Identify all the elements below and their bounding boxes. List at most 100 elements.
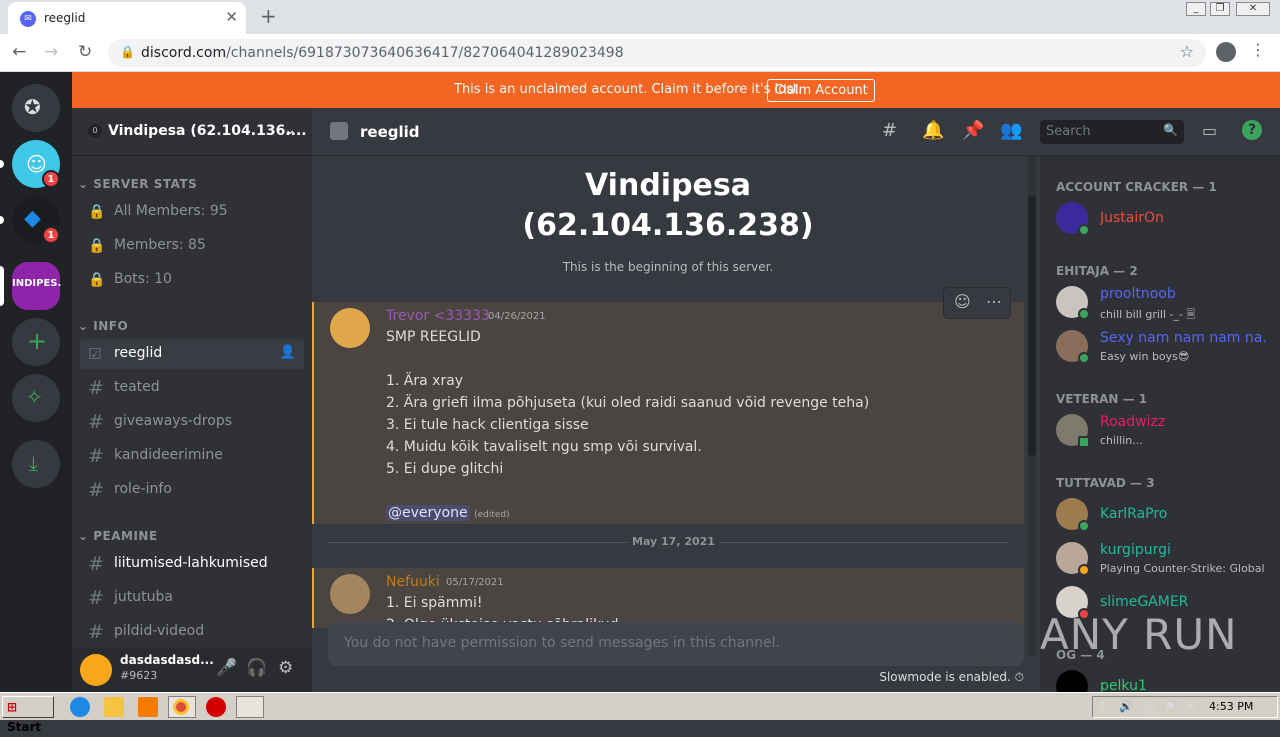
message[interactable]: Trevor <33333 04/26/2021 SMP REEGLID 1. … [312, 302, 1024, 524]
chrome-taskbar-button[interactable] [168, 696, 196, 718]
member-item[interactable]: pelku1 [1048, 664, 1272, 692]
hash-icon: # [88, 587, 104, 609]
inbox-icon[interactable]: ▭ [1202, 121, 1217, 140]
browser-tab[interactable]: ✉ reeglid ✕ [8, 2, 246, 34]
member-name: slimeGAMER [1100, 594, 1189, 610]
category-server-stats[interactable]: ⌄ SERVER STATS [78, 177, 197, 191]
welcome-subtitle: This is the beginning of this server. [562, 260, 774, 274]
new-tab-icon[interactable]: + [260, 4, 277, 28]
channel-liitumised-lahkumised[interactable]: # liitumised-lahkumised [80, 549, 304, 579]
message-line: @everyone (edited) [386, 505, 510, 521]
member-item[interactable]: JustairOn [1048, 196, 1272, 240]
mobile-status-icon [1078, 436, 1090, 448]
minimize-button[interactable]: _ [1186, 2, 1206, 16]
restore-button[interactable]: ❐ [1210, 2, 1230, 16]
start-button[interactable]: ⊞ Start [2, 696, 54, 734]
server-icon-smile[interactable]: ☺ 1 [12, 140, 60, 188]
browser-menu-icon[interactable]: ⋮ [1250, 40, 1266, 59]
tab-title: reeglid [44, 11, 86, 25]
help-icon[interactable]: ? [1242, 120, 1262, 140]
headphones-icon[interactable]: 🎧 [246, 658, 267, 678]
channel-teated[interactable]: # teated [80, 373, 304, 403]
close-window-button[interactable]: ✕ [1236, 2, 1270, 16]
member-item[interactable]: prooltnoob chill bill grill -_- 🗏 [1048, 280, 1272, 324]
add-server-icon[interactable]: + [12, 318, 60, 366]
scrollbar-thumb[interactable] [1028, 196, 1036, 456]
channel-role-info[interactable]: # role-info [80, 475, 304, 505]
gear-icon[interactable]: ⚙ [278, 658, 293, 678]
channel-kandideerimine[interactable]: # kandideerimine [80, 441, 304, 471]
member-name: Roadwizz [1100, 414, 1166, 430]
add-reaction-icon[interactable]: ☺ [954, 292, 971, 311]
timer-icon: ⏱ [1014, 670, 1024, 684]
channel-jututuba[interactable]: # jututuba [80, 583, 304, 613]
member-item[interactable]: kurgipurgi Playing Counter-Strike: Globa… [1048, 536, 1272, 580]
rules-channel-icon [330, 122, 348, 140]
date-divider-label: May 17, 2021 [628, 535, 719, 548]
message-author[interactable]: Nefuuki [386, 574, 440, 590]
message-line: 5. Ei dupe glitchi [386, 461, 504, 477]
download-apps-icon[interactable]: ⤓ [12, 440, 60, 488]
header-right: Search 🔍 ▭ ? [1040, 108, 1280, 156]
search-input[interactable]: Search 🔍 [1040, 120, 1184, 144]
explore-servers-icon[interactable]: ✧ [12, 374, 60, 422]
channel-stats-bots[interactable]: 🔒 Bots: 10 [80, 265, 304, 295]
channel-pildid-videod[interactable]: # pildid-videod [80, 617, 304, 647]
online-status-icon [1078, 308, 1090, 320]
discord-favicon-icon: ✉ [20, 11, 36, 27]
folder-icon[interactable] [104, 697, 124, 717]
category-peamine[interactable]: ⌄ PEAMINE [78, 529, 158, 543]
mute-microphone-icon[interactable]: 🎤 [216, 658, 237, 678]
bell-icon[interactable]: 🔔 [922, 120, 944, 141]
security-icon[interactable]: ⛨ [1187, 700, 1195, 714]
avatar[interactable] [330, 574, 370, 614]
date-divider: May 17, 2021 [328, 535, 1008, 548]
discord-home-icon[interactable]: ✪ [12, 84, 60, 132]
category-info[interactable]: ⌄ INFO [78, 319, 128, 333]
channel-giveaways-drops[interactable]: # giveaways-drops [80, 407, 304, 437]
back-icon[interactable]: ← [12, 42, 26, 62]
channel-reeglid[interactable]: ☑ reeglid 👤 [80, 339, 304, 369]
more-options-icon[interactable]: ⋯ [986, 292, 1002, 311]
volume-icon[interactable]: 🔊 [1119, 700, 1133, 713]
reload-icon[interactable]: ↻ [78, 42, 92, 62]
channel-stats-all-members[interactable]: 🔒 All Members: 95 [80, 197, 304, 227]
server-welcome: Vindipesa (62.104.136.238) This is the b… [312, 166, 1024, 274]
server-header[interactable]: 0 Vindipesa (62.104.136.... ⌄ [72, 108, 312, 156]
claim-account-button[interactable]: Claim Account [767, 79, 875, 102]
member-item[interactable]: KarlRaPro [1048, 492, 1272, 536]
bookmark-star-icon[interactable]: ☆ [1180, 42, 1194, 61]
avatar[interactable] [330, 308, 370, 348]
pin-icon[interactable]: 📌 [962, 120, 984, 141]
message-author[interactable]: Trevor <33333 [386, 308, 490, 324]
help-tray-icon[interactable]: ? [1099, 700, 1105, 713]
tab-close-icon[interactable]: ✕ [225, 8, 238, 26]
hash-icon: # [88, 621, 104, 643]
ie-icon[interactable] [70, 697, 90, 717]
invite-icon[interactable]: 👤 [280, 345, 296, 360]
forward-icon[interactable]: → [44, 42, 58, 62]
channel-stats-members[interactable]: 🔒 Members: 85 [80, 231, 304, 261]
flag-icon[interactable]: ⚑ [1165, 700, 1175, 713]
account-avatar-icon[interactable] [1216, 42, 1236, 62]
server-icon-arrow[interactable]: ◆ 1 [12, 196, 60, 244]
threads-icon[interactable]: # [882, 120, 897, 141]
everyone-mention[interactable]: @everyone [386, 505, 470, 521]
chat-scrollbar[interactable] [1028, 156, 1036, 656]
avatar[interactable] [80, 654, 112, 686]
message[interactable]: Nefuuki 05/17/2021 1. Ei spämmi! 2. Olge… [312, 568, 1024, 633]
message-line: SMP REEGLID [386, 329, 481, 345]
member-item[interactable]: Sexy nam nam nam na... Easy win boys😎 [1048, 324, 1272, 368]
member-item[interactable]: Roadwizz chillin... [1048, 408, 1272, 452]
omnibox[interactable]: 🔒 discord.com/channels/69187307364063641… [108, 39, 1206, 67]
opera-icon[interactable] [206, 697, 226, 717]
server-icon-vindipesa[interactable]: INDIPES. [12, 262, 61, 310]
media-player-icon[interactable] [138, 697, 158, 717]
user-panel: dasdasdasd... #9623 🎤 🎧 ⚙ [72, 648, 312, 692]
network-icon[interactable]: 🖧 [1143, 700, 1155, 719]
member-list-icon[interactable]: 👥 [1000, 120, 1022, 141]
mention-badge: 1 [42, 226, 60, 244]
app-taskbar-button[interactable] [236, 696, 264, 718]
message-input[interactable]: You do not have permission to send messa… [328, 622, 1024, 666]
windows-logo-icon: ⊞ [7, 700, 18, 714]
